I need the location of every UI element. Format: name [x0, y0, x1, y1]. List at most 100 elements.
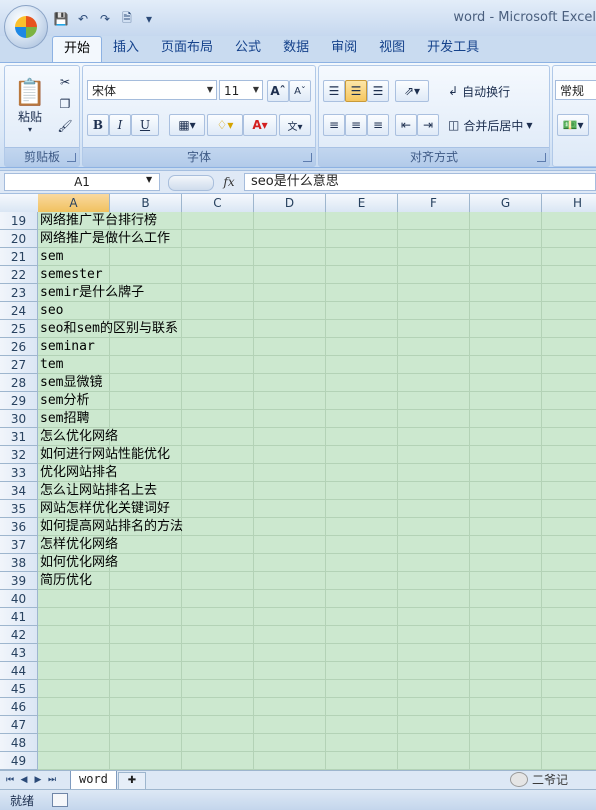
cell-a[interactable]: 如何进行网站性能优化: [38, 446, 596, 464]
column-header-d[interactable]: D: [254, 194, 326, 212]
column-header-h[interactable]: H: [542, 194, 596, 212]
column-header-a[interactable]: A: [38, 194, 110, 212]
cell-a[interactable]: 如何优化网络: [38, 554, 596, 572]
row-header[interactable]: 34: [0, 482, 38, 500]
row-header[interactable]: 24: [0, 302, 38, 320]
copy-icon[interactable]: ❐: [55, 94, 75, 114]
cell-a[interactable]: [38, 716, 596, 734]
tab-view[interactable]: 视图: [368, 36, 416, 62]
alignment-launcher-icon[interactable]: [537, 153, 546, 162]
undo-icon[interactable]: ↶: [74, 11, 92, 27]
align-middle-icon[interactable]: ☰: [345, 80, 367, 102]
row-header[interactable]: 38: [0, 554, 38, 572]
row-header[interactable]: 35: [0, 500, 38, 518]
cell-a[interactable]: [38, 644, 596, 662]
prev-sheet-icon[interactable]: ◀: [18, 773, 30, 787]
cell-a[interactable]: 网站怎样优化关键词好: [38, 500, 596, 518]
cell-a[interactable]: [38, 752, 596, 770]
tab-developer[interactable]: 开发工具: [416, 36, 490, 62]
align-left-icon[interactable]: ≡: [323, 114, 345, 136]
cell-a[interactable]: 优化网站排名: [38, 464, 596, 482]
cell-a[interactable]: 怎么让网站排名上去: [38, 482, 596, 500]
cell-a[interactable]: [38, 626, 596, 644]
font-name-select[interactable]: 宋体 ▼: [87, 80, 217, 100]
office-button[interactable]: [4, 5, 48, 49]
row-header[interactable]: 47: [0, 716, 38, 734]
cell-a[interactable]: 网络推广是做什么工作: [38, 230, 596, 248]
row-header[interactable]: 48: [0, 734, 38, 752]
phonetic-icon[interactable]: 文▾: [279, 114, 311, 136]
grow-font-icon[interactable]: Aˆ: [267, 80, 289, 102]
increase-indent-icon[interactable]: ⇥: [417, 114, 439, 136]
row-header[interactable]: 23: [0, 284, 38, 302]
next-sheet-icon[interactable]: ▶: [32, 773, 44, 787]
row-header[interactable]: 41: [0, 608, 38, 626]
align-center-icon[interactable]: ≡: [345, 114, 367, 136]
tab-review[interactable]: 审阅: [320, 36, 368, 62]
column-header-f[interactable]: F: [398, 194, 470, 212]
align-top-icon[interactable]: ☰: [323, 80, 345, 102]
cell-a[interactable]: sem显微镜: [38, 374, 596, 392]
column-header-b[interactable]: B: [110, 194, 182, 212]
row-header[interactable]: 46: [0, 698, 38, 716]
cell-a[interactable]: [38, 734, 596, 752]
border-icon[interactable]: ▦▾: [169, 114, 205, 136]
tab-home[interactable]: 开始: [52, 36, 103, 63]
fill-color-icon[interactable]: ♢▾: [207, 114, 243, 136]
font-color-icon[interactable]: A▾: [243, 114, 277, 136]
cell-a[interactable]: [38, 590, 596, 608]
cell-a[interactable]: [38, 698, 596, 716]
row-header[interactable]: 43: [0, 644, 38, 662]
font-launcher-icon[interactable]: [303, 153, 312, 162]
column-header-c[interactable]: C: [182, 194, 254, 212]
row-header[interactable]: 37: [0, 536, 38, 554]
orientation-icon[interactable]: ⇗▾: [395, 80, 429, 102]
worksheet-grid[interactable]: 网络推广平台排行榜 19 网络推广是做什么工作 20 sem 21 semester 22 se…: [0, 212, 596, 770]
row-header[interactable]: 28: [0, 374, 38, 392]
row-header[interactable]: 27: [0, 356, 38, 374]
insert-function-icon[interactable]: fx: [218, 173, 240, 191]
redo-icon[interactable]: ↷: [96, 11, 114, 27]
last-sheet-icon[interactable]: ⏭: [46, 773, 58, 787]
cell-a[interactable]: sem招聘: [38, 410, 596, 428]
sheet-tab-word[interactable]: word: [70, 771, 117, 790]
font-size-select[interactable]: 11 ▼: [219, 80, 263, 100]
row-header[interactable]: 33: [0, 464, 38, 482]
cell-a[interactable]: tem: [38, 356, 596, 374]
cell-a[interactable]: 网络推广平台排行榜: [38, 212, 596, 230]
row-header[interactable]: 32: [0, 446, 38, 464]
cell-a[interactable]: semester: [38, 266, 596, 284]
row-header[interactable]: 31: [0, 428, 38, 446]
cell-a[interactable]: 如何提高网站排名的方法: [38, 518, 596, 536]
row-header[interactable]: 21: [0, 248, 38, 266]
row-header[interactable]: 19: [0, 212, 38, 230]
cell-a[interactable]: seo和sem的区别与联系: [38, 320, 596, 338]
save-icon[interactable]: 💾: [52, 11, 70, 27]
formula-input[interactable]: seo是什么意思: [244, 173, 596, 191]
italic-button[interactable]: I: [109, 114, 131, 136]
print-preview-icon[interactable]: 🗎: [118, 11, 136, 27]
row-header[interactable]: 26: [0, 338, 38, 356]
tab-insert[interactable]: 插入: [102, 36, 150, 62]
macro-record-icon[interactable]: [52, 793, 68, 807]
decrease-indent-icon[interactable]: ⇤: [395, 114, 417, 136]
chevron-down-icon[interactable]: ▼: [146, 175, 152, 184]
cell-a[interactable]: [38, 680, 596, 698]
row-header[interactable]: 45: [0, 680, 38, 698]
cell-a[interactable]: 怎样优化网络: [38, 536, 596, 554]
cut-icon[interactable]: ✂: [55, 72, 75, 92]
underline-button[interactable]: U: [131, 114, 159, 136]
clipboard-launcher-icon[interactable]: [67, 153, 76, 162]
tab-data[interactable]: 数据: [272, 36, 320, 62]
column-header-e[interactable]: E: [326, 194, 398, 212]
align-right-icon[interactable]: ≡: [367, 114, 389, 136]
format-painter-icon[interactable]: 🖌: [55, 116, 75, 136]
cell-a[interactable]: sem分析: [38, 392, 596, 410]
row-header[interactable]: 29: [0, 392, 38, 410]
cell-a[interactable]: [38, 662, 596, 680]
cell-a[interactable]: 简历优化: [38, 572, 596, 590]
paste-button[interactable]: 📋 粘贴 ▾: [11, 70, 49, 142]
row-header[interactable]: 44: [0, 662, 38, 680]
row-header[interactable]: 20: [0, 230, 38, 248]
tab-page-layout[interactable]: 页面布局: [150, 36, 224, 62]
